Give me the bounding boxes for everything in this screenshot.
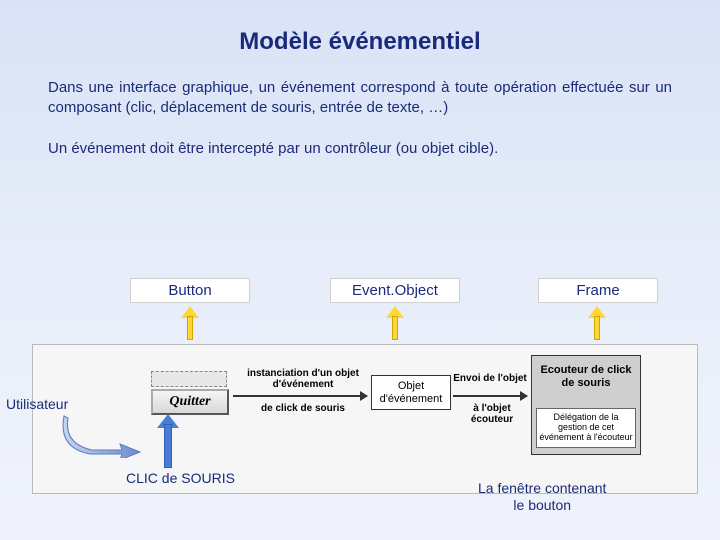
quit-dashed-box xyxy=(151,371,227,387)
quitter-button[interactable]: Quitter xyxy=(151,389,229,415)
intro-paragraph-1: Dans une interface graphique, un événeme… xyxy=(48,78,672,119)
user-label: Utilisateur xyxy=(6,396,68,412)
arrow-right-icon xyxy=(233,395,367,397)
edge-label-instanciation: instanciation d'un objet d'événement xyxy=(243,368,363,390)
user-curved-arrow-icon xyxy=(62,414,142,458)
label-frame-class: Frame xyxy=(538,278,658,303)
page-title: Modèle événementiel xyxy=(0,0,720,56)
arrow-up-icon xyxy=(388,306,402,340)
window-caption: La fenêtre contenantle bouton xyxy=(478,480,606,514)
label-button-class: Button xyxy=(130,278,250,303)
event-object-box: Objet d'événement xyxy=(371,375,451,410)
edge-label-click-souris: de click de souris xyxy=(243,403,363,414)
listener-box-subtitle: Délégation de la gestion de cet événemen… xyxy=(536,408,636,448)
arrow-up-icon xyxy=(183,306,197,340)
quit-button-component: Quitter xyxy=(151,371,229,415)
click-label: CLIC de SOURIS xyxy=(126,470,235,486)
arrow-up-icon xyxy=(590,306,604,340)
arrow-right-icon xyxy=(453,395,527,397)
label-eventobject-class: Event.Object xyxy=(330,278,460,303)
edge-label-ecouteur: à l'objet écouteur xyxy=(453,403,531,425)
intro-paragraph-2: Un événement doit être intercepté par un… xyxy=(48,139,672,159)
listener-box: Ecouteur de click de souris Délégation d… xyxy=(531,355,641,455)
listener-box-title: Ecouteur de click de souris xyxy=(540,364,631,389)
edge-label-envoi: Envoi de l'objet xyxy=(453,373,527,384)
